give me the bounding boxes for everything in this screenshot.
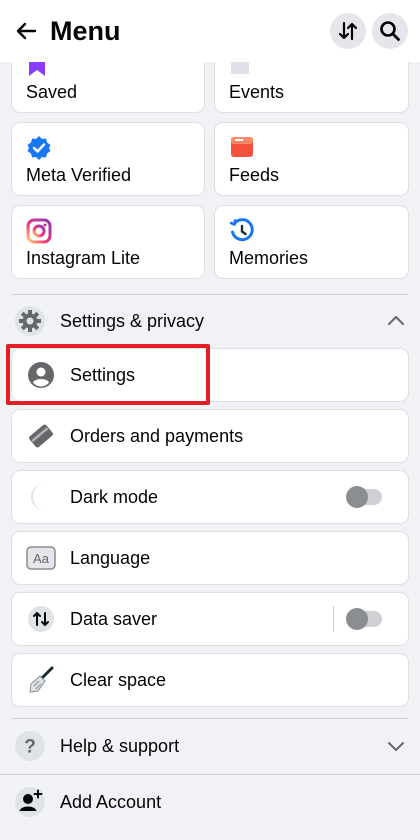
settings-item-settings[interactable]: Settings [12,349,408,401]
language-aa-icon: Aa [26,546,56,570]
settings-item-dark-mode[interactable]: Dark mode [12,471,408,523]
chevron-down-icon [388,742,404,751]
page-title: Menu [50,15,121,46]
question-icon: ? [15,731,45,761]
memories-clock-icon [229,218,254,242]
search-icon [380,21,400,41]
feeds-icon [231,137,253,157]
back-button[interactable] [12,17,40,45]
calendar-icon [231,62,249,74]
section-label: Settings & privacy [60,310,205,331]
shortcut-meta-verified[interactable]: Meta Verified [12,123,204,195]
settings-item-label: Dark mode [70,486,159,507]
add-account-row[interactable]: Add Account [0,775,420,829]
shortcut-label: Instagram Lite [26,248,141,268]
add-account-icon [15,787,45,817]
shortcut-label: Memories [229,248,309,268]
settings-item-label: Data saver [70,608,158,629]
moon-icon [31,484,44,510]
settings-item-orders-payments[interactable]: Orders and payments [12,410,408,462]
shortcut-feeds[interactable]: Feeds [215,123,408,195]
settings-item-clear-space[interactable]: Clear space [12,654,408,706]
toggle-separator [333,606,334,632]
bookmark-icon [29,62,45,76]
shortcut-label: Feeds [229,165,280,185]
settings-item-language[interactable]: Aa Language [12,532,408,584]
settings-item-label: Clear space [70,669,167,690]
broom-icon [29,666,54,693]
settings-item-label: Language [70,547,151,568]
section-label: Help & support [60,735,180,756]
help-support-section[interactable]: ? Help & support [0,720,420,772]
data-arrows-icon [28,606,54,632]
sort-button[interactable] [330,13,366,49]
dark-mode-toggle[interactable] [346,486,382,508]
top-bar: Menu [0,0,420,62]
instagram-icon [26,218,52,244]
person-circle-icon [28,362,54,388]
sort-arrows-icon [338,21,358,41]
settings-item-label: Orders and payments [70,425,244,446]
verified-badge-icon [27,136,51,160]
svg-text:Aa: Aa [33,551,50,566]
svg-text:?: ? [24,737,36,758]
shortcut-label: Meta Verified [26,165,132,185]
shortcut-label: Events [229,82,285,102]
gear-icon [15,306,45,336]
chevron-up-icon [388,316,404,325]
search-button[interactable] [372,13,408,49]
shortcut-label: Saved [26,82,78,102]
shortcut-memories[interactable]: Memories [215,206,408,278]
section-divider [12,718,408,719]
settings-privacy-section[interactable]: Settings & privacy [0,295,420,347]
arrow-left-icon [16,22,37,40]
settings-item-label: Settings [70,364,136,385]
shortcut-instagram-lite[interactable]: Instagram Lite [12,206,204,278]
data-saver-toggle[interactable] [346,608,382,630]
add-account-label: Add Account [60,791,162,812]
card-icon [29,424,53,448]
settings-item-data-saver[interactable]: Data saver [12,593,408,645]
